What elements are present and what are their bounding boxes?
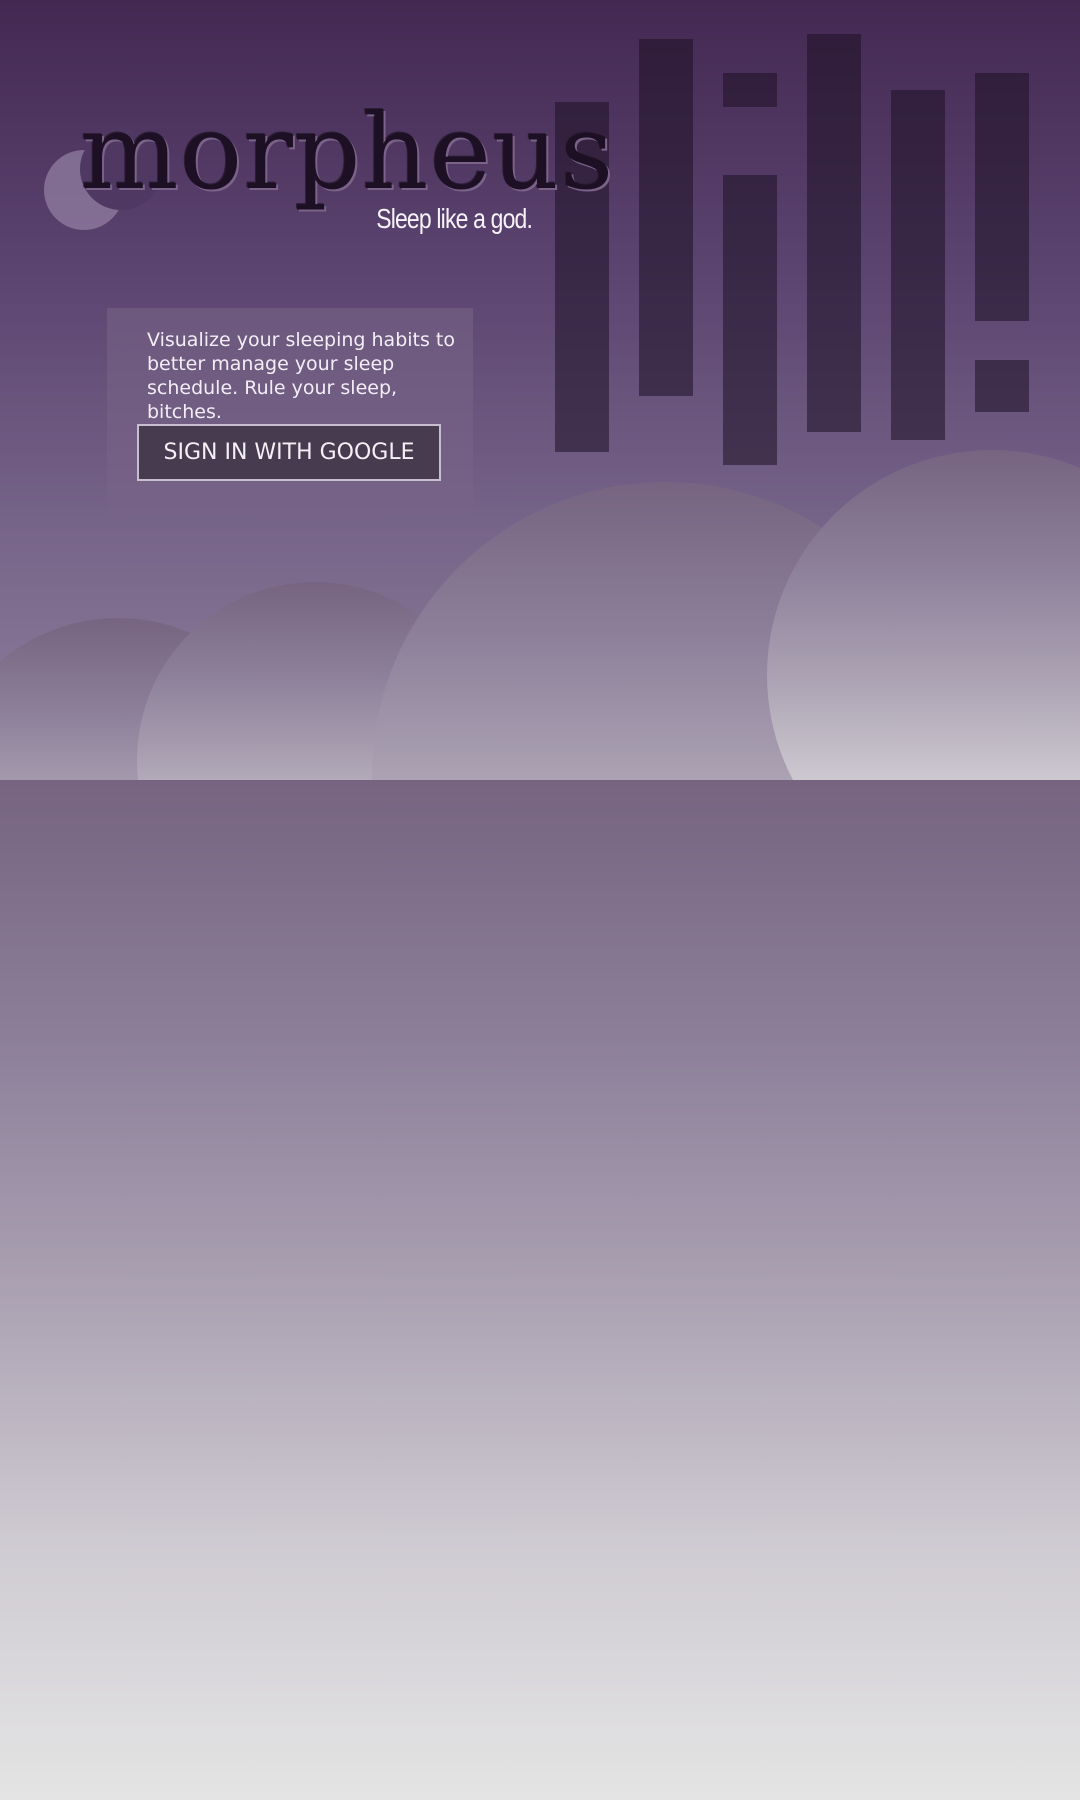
- sign-in-button-label: SIGN IN WITH GOOGLE: [163, 440, 415, 465]
- decorative-bar: [723, 175, 777, 465]
- intro-description: Visualize your sleeping habits to better…: [147, 329, 455, 423]
- app-tagline: Sleep like a god.: [376, 203, 533, 234]
- decorative-bar: [639, 39, 693, 396]
- sign-in-with-google-button[interactable]: SIGN IN WITH GOOGLE: [137, 424, 441, 481]
- background-scene: [0, 34, 1080, 1800]
- decorative-bar: [807, 34, 861, 432]
- intro-panel: Visualize your sleeping habits to better…: [107, 308, 473, 516]
- app-logo: morpheus: [80, 91, 615, 213]
- decorative-clouds: [0, 450, 1080, 1800]
- decorative-bar: [975, 73, 1029, 321]
- decorative-bar: [975, 360, 1029, 412]
- cloud-body: [0, 780, 1080, 1800]
- decorative-bar: [891, 90, 945, 440]
- decorative-bar: [723, 73, 777, 107]
- decorative-sleep-bars: [555, 34, 1029, 465]
